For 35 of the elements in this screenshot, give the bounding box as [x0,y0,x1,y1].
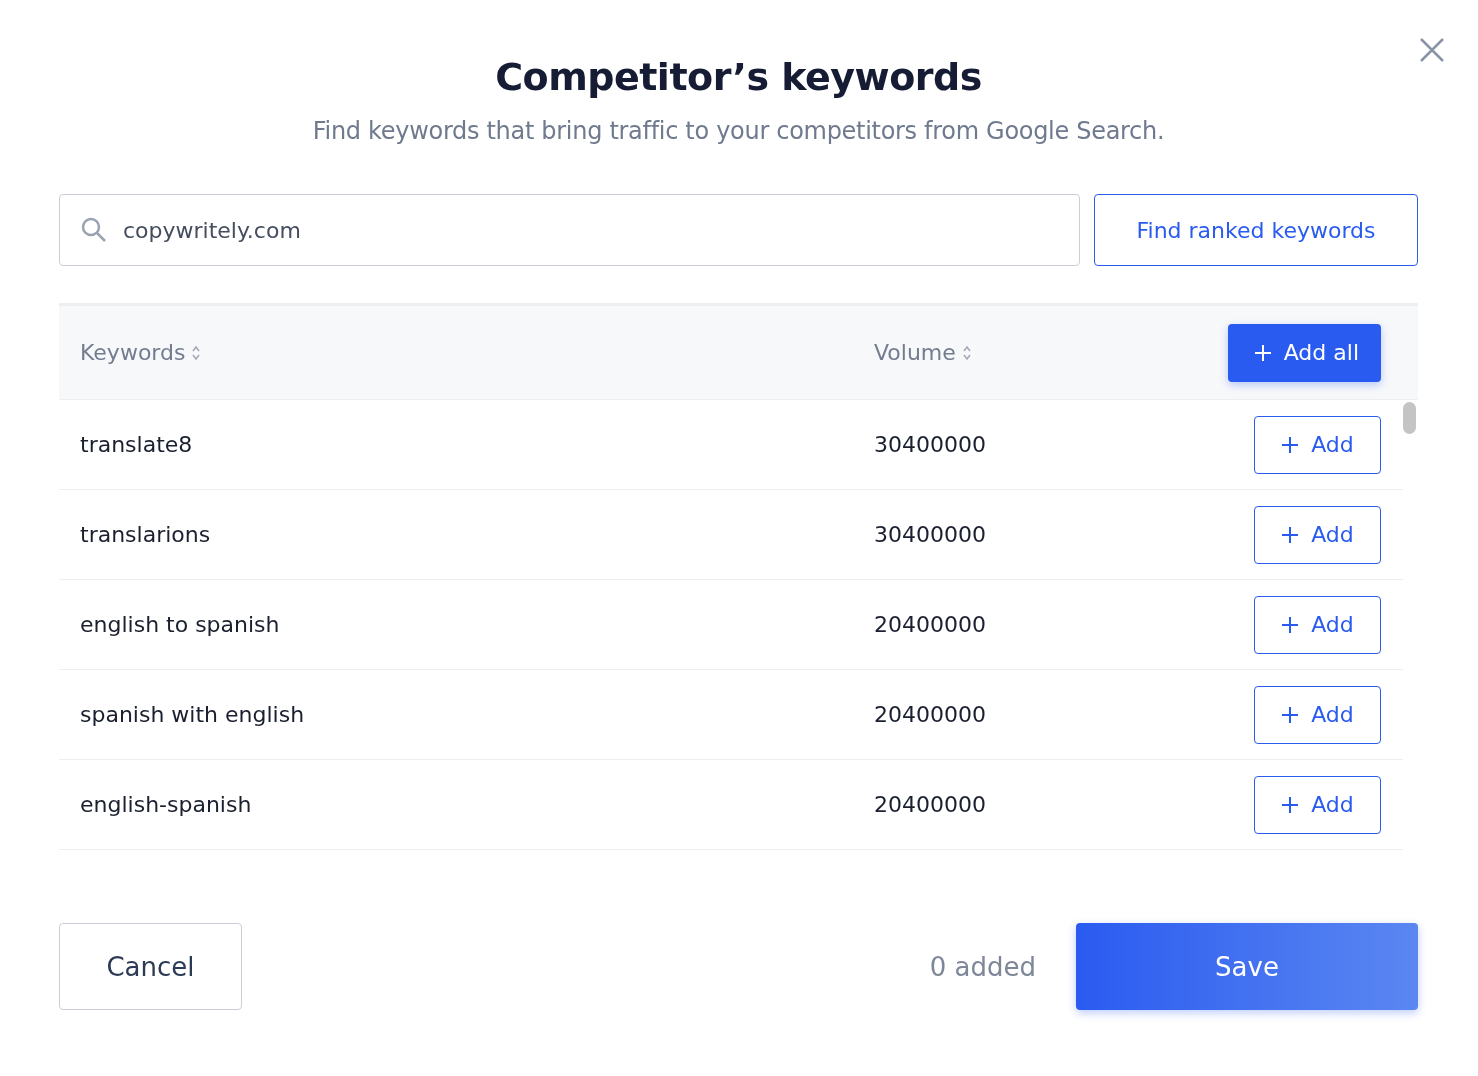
dialog-subtitle: Find keywords that bring traffic to your competitors from Google Search. [311,116,1166,147]
added-count: 0 added [929,951,1036,982]
add-button[interactable]: Add [1254,685,1381,744]
close-icon[interactable] [1419,37,1445,63]
volume-cell-text: 30400000 [874,432,987,457]
add-button[interactable]: Add [1254,595,1381,654]
add-all-button[interactable]: Add all [1227,323,1381,382]
plus-icon [1281,705,1300,724]
add-button[interactable]: Add [1254,415,1381,474]
keyword-cell-text: spanish with english [80,702,306,727]
plus-icon [1281,615,1300,634]
find-keywords-button[interactable]: Find ranked keywords [1094,194,1418,266]
cancel-button[interactable]: Cancel [59,923,242,1010]
keyword-cell-text: english to spanish [80,612,281,637]
save-button[interactable]: Save [1076,923,1418,1010]
column-header[interactable]: Volume [874,340,1228,365]
plus-icon [1281,795,1300,814]
keyword-cell-text: english-spanish [80,792,253,817]
keyword-cell-text: translarions [80,522,212,547]
volume-cell-text: 20400000 [874,792,987,817]
keyword-cell-text: translate8 [80,432,194,457]
add-button[interactable]: Add [1254,775,1381,834]
scrollbar-thumb[interactable] [1403,402,1416,434]
volume-cell-text: 20400000 [874,612,987,637]
volume-cell-text: 30400000 [874,522,987,547]
column-header[interactable]: Keywords [80,340,874,365]
plus-icon [1253,343,1272,362]
search-field[interactable]: copywritely.com [59,194,1080,266]
volume-cell-text: 20400000 [874,702,987,727]
sort-icon [961,343,972,362]
plus-icon [1281,525,1300,544]
plus-icon [1281,435,1300,454]
add-button[interactable]: Add [1254,505,1381,564]
dialog-title: Competitor’s keywords [494,54,983,101]
sort-icon [191,343,202,362]
